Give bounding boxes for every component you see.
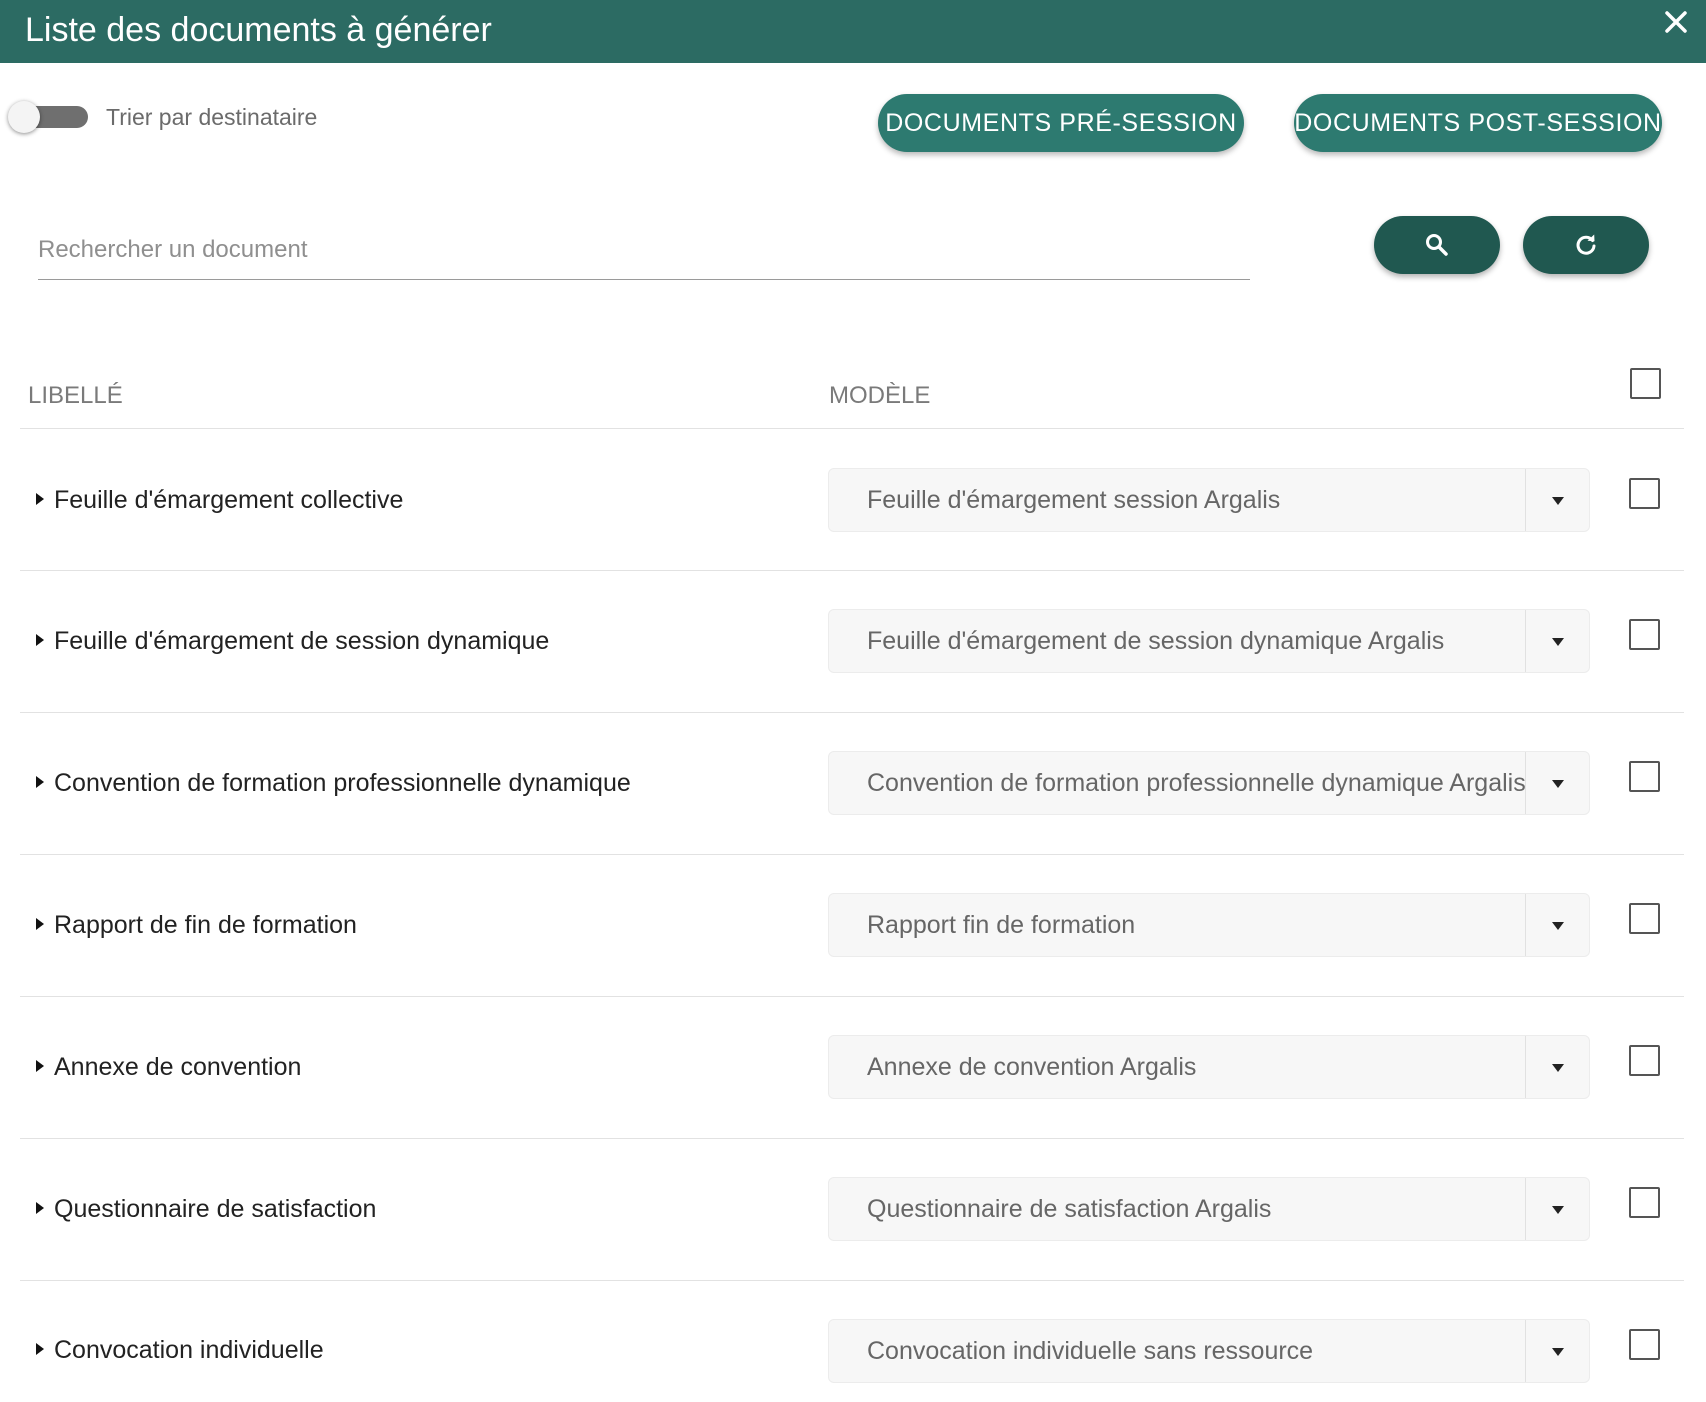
document-row-label[interactable]: Questionnaire de satisfaction (36, 1192, 376, 1226)
document-row-checkbox[interactable] (1629, 761, 1660, 792)
document-row-checkbox[interactable] (1629, 619, 1660, 650)
model-select[interactable]: Feuille d'émargement de session dynamiqu… (828, 609, 1590, 673)
dropdown-arrow-icon (1552, 1064, 1564, 1072)
row-divider (20, 996, 1684, 997)
row-divider (20, 854, 1684, 855)
search-input[interactable] (38, 220, 1250, 280)
dropdown-arrow-icon (1552, 638, 1564, 646)
post-session-documents-button[interactable]: DOCUMENTS POST-SESSION (1294, 94, 1662, 152)
dropdown-arrow-icon (1552, 1206, 1564, 1214)
document-row-label[interactable]: Feuille d'émargement de session dynamiqu… (36, 624, 549, 658)
model-select-value: Questionnaire de satisfaction Argalis (867, 1195, 1272, 1223)
select-divider (1525, 894, 1526, 956)
document-row-checkbox[interactable] (1629, 478, 1660, 509)
document-row-label[interactable]: Annexe de convention (36, 1050, 301, 1084)
dialog-title: Liste des documents à générer (25, 11, 492, 49)
select-divider (1525, 752, 1526, 814)
model-select-value: Annexe de convention Argalis (867, 1053, 1197, 1081)
model-select-value: Feuille d'émargement de session dynamiqu… (867, 627, 1445, 655)
document-row-label[interactable]: Feuille d'émargement collective (36, 483, 403, 517)
model-select-value: Convention de formation professionnelle … (867, 769, 1526, 797)
dropdown-arrow-icon (1552, 1348, 1564, 1356)
dropdown-arrow-icon (1552, 497, 1564, 505)
document-row-checkbox[interactable] (1629, 1329, 1660, 1360)
expand-arrow-icon (36, 1343, 44, 1356)
close-icon[interactable] (1662, 8, 1690, 36)
search-button[interactable] (1374, 216, 1500, 274)
model-select[interactable]: Convention de formation professionnelle … (828, 751, 1590, 815)
document-row-checkbox[interactable] (1629, 903, 1660, 934)
document-row-label[interactable]: Convention de formation professionnelle … (36, 766, 631, 800)
select-all-checkbox[interactable] (1630, 368, 1661, 399)
select-divider (1525, 469, 1526, 531)
model-select[interactable]: Convocation individuelle sans ressource (828, 1319, 1590, 1383)
dropdown-arrow-icon (1552, 780, 1564, 788)
toggle-knob (8, 101, 40, 133)
header-divider (20, 428, 1684, 429)
column-header-model: MODÈLE (829, 382, 931, 409)
model-select[interactable]: Feuille d'émargement session Argalis (828, 468, 1590, 532)
row-divider (20, 1280, 1684, 1281)
sort-by-recipient-toggle[interactable] (8, 101, 88, 133)
document-row-label[interactable]: Rapport de fin de formation (36, 908, 357, 942)
document-row-checkbox[interactable] (1629, 1187, 1660, 1218)
model-select[interactable]: Annexe de convention Argalis (828, 1035, 1590, 1099)
expand-arrow-icon (36, 493, 44, 506)
refresh-icon (1576, 234, 1596, 255)
dropdown-arrow-icon (1552, 922, 1564, 930)
expand-arrow-icon (36, 918, 44, 931)
model-select-value: Rapport fin de formation (867, 911, 1136, 939)
model-select[interactable]: Questionnaire de satisfaction Argalis (828, 1177, 1590, 1241)
select-divider (1525, 1320, 1526, 1382)
row-divider (20, 1138, 1684, 1139)
pre-session-documents-button[interactable]: DOCUMENTS PRÉ-SESSION (878, 94, 1244, 152)
document-row-label[interactable]: Convocation individuelle (36, 1333, 324, 1367)
refresh-button[interactable] (1523, 216, 1649, 274)
column-header-label: LIBELLÉ (28, 382, 123, 409)
search-icon (1426, 234, 1448, 256)
model-select[interactable]: Rapport fin de formation (828, 893, 1590, 957)
row-divider (20, 570, 1684, 571)
select-divider (1525, 610, 1526, 672)
model-select-value: Feuille d'émargement session Argalis (867, 486, 1281, 514)
expand-arrow-icon (36, 776, 44, 789)
expand-arrow-icon (36, 634, 44, 647)
document-row-checkbox[interactable] (1629, 1045, 1660, 1076)
model-select-value: Convocation individuelle sans ressource (867, 1337, 1314, 1365)
select-divider (1525, 1178, 1526, 1240)
select-divider (1525, 1036, 1526, 1098)
dialog-titlebar: Liste des documents à générer (0, 0, 1706, 63)
expand-arrow-icon (36, 1202, 44, 1215)
sort-by-recipient-label: Trier par destinataire (106, 104, 318, 130)
expand-arrow-icon (36, 1060, 44, 1073)
row-divider (20, 712, 1684, 713)
